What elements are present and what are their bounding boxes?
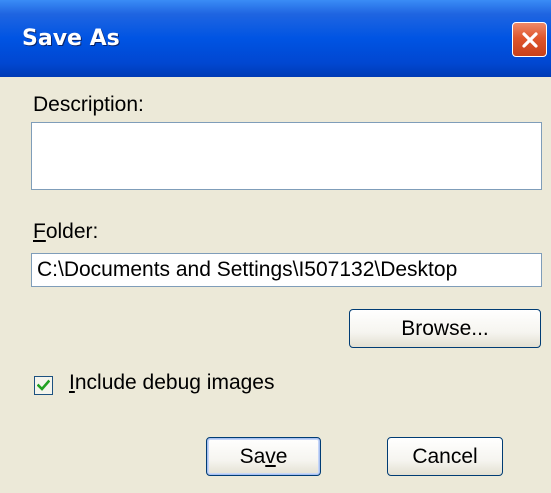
include-debug-images-text: nclude debug images [74, 371, 275, 394]
browse-button[interactable]: Browse... [349, 309, 541, 348]
save-button[interactable]: Sa v e [206, 437, 321, 476]
window-title: Save As [22, 26, 120, 51]
save-label-post: e [275, 444, 288, 468]
folder-label: Folder: [33, 220, 98, 244]
dialog-body: Description: Folder: Browse... Include d… [0, 77, 551, 493]
save-as-dialog: Save As Description: Folder: Browse... I… [0, 0, 551, 493]
description-field[interactable] [31, 122, 542, 190]
folder-label-mnemonic: F [33, 220, 46, 243]
browse-button-label: Browse... [401, 316, 489, 340]
include-debug-images-label[interactable]: Include debug images [69, 371, 275, 395]
cancel-button-label: Cancel [412, 444, 478, 468]
include-debug-images-checkbox[interactable] [34, 376, 53, 395]
folder-label-text: older: [45, 220, 99, 243]
close-button[interactable] [512, 22, 547, 57]
cancel-button[interactable]: Cancel [387, 437, 503, 476]
save-label-pre: Sa [239, 444, 266, 468]
title-bar[interactable]: Save As [0, 0, 551, 77]
checkmark-icon [37, 379, 50, 391]
save-label-mnemonic: v [265, 444, 276, 468]
folder-path-input[interactable] [31, 253, 542, 287]
close-icon [521, 31, 538, 48]
description-label: Description: [33, 93, 144, 116]
